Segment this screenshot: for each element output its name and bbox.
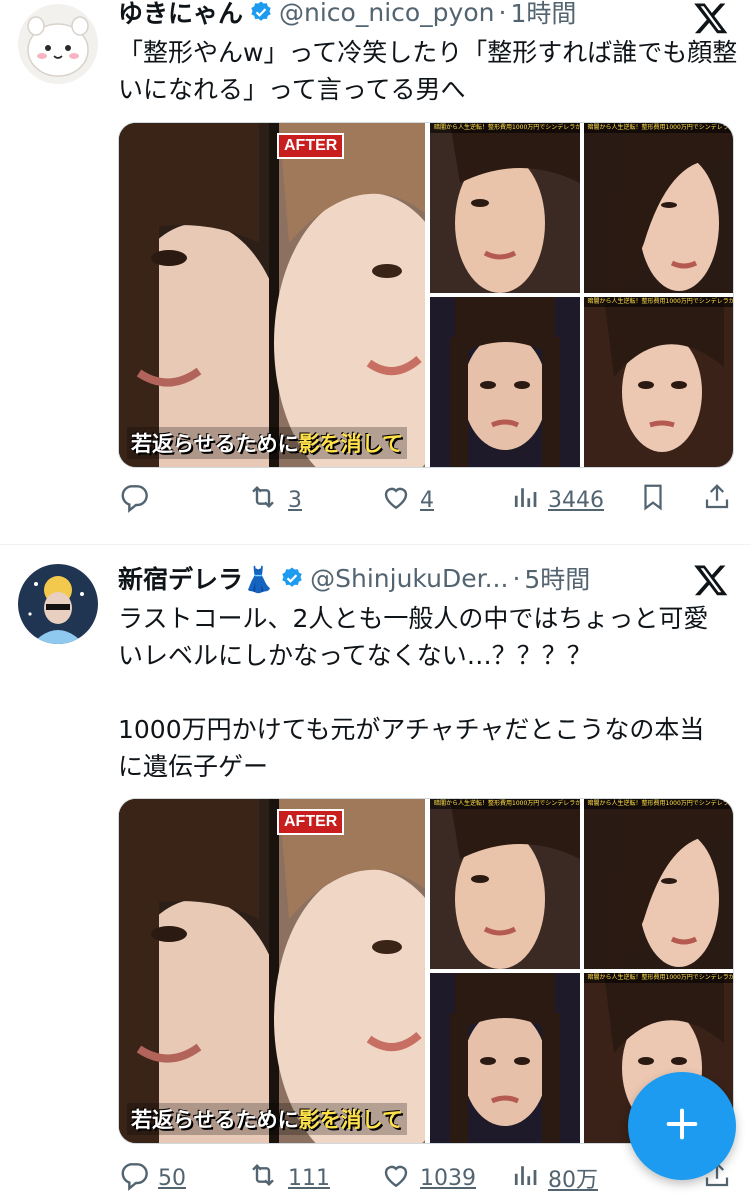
handle[interactable]: @nico_nico_pyon bbox=[279, 0, 494, 27]
caption-highlight: 影を消して bbox=[298, 1108, 403, 1132]
program-banner: 暗闇から人生逆転！整形費用1000万円でシンデレラが bbox=[430, 123, 580, 133]
image-bottom-left[interactable] bbox=[430, 973, 580, 1143]
image-top-right[interactable]: 暗闇から人生逆転！整形費用1000万円でシンデレラが bbox=[583, 123, 733, 293]
bookmark-icon bbox=[638, 481, 668, 519]
image-bottom-right[interactable]: 暗闇から人生逆転！整形費用1000万円でシンデレラが bbox=[583, 297, 733, 467]
verified-icon bbox=[249, 0, 273, 24]
display-name[interactable]: ゆきにゃん bbox=[118, 0, 243, 30]
image-top-left[interactable]: 暗闇から人生逆転！整形費用1000万円でシンデレラが bbox=[430, 123, 580, 293]
like-count: 1039 bbox=[420, 1165, 476, 1191]
tweet-1[interactable]: ゆきにゃん @nico_nico_pyon · 1時間 「整形やんw」って冷笑し… bbox=[0, 0, 751, 540]
retweet-count: 111 bbox=[288, 1165, 330, 1191]
program-banner: 暗闇から人生逆転！整形費用1000万円でシンデレラが bbox=[583, 123, 733, 133]
like-count: 4 bbox=[420, 487, 434, 513]
like-button[interactable]: 4 bbox=[380, 481, 434, 519]
verified-icon bbox=[280, 566, 304, 590]
compose-button[interactable] bbox=[628, 1072, 736, 1180]
separator-dot: · bbox=[512, 563, 521, 593]
image-bottom-left[interactable] bbox=[430, 297, 580, 467]
like-button[interactable]: 1039 bbox=[380, 1159, 476, 1197]
tweet-text: ラストコール、2人とも一般人の中ではちょっと可愛いレベルにしかなってなくない…？… bbox=[118, 604, 709, 781]
tweet-text: 「整形やんw」って冷笑したり「整形すれば誰でも顔整いになれる」って言ってる男へ bbox=[118, 38, 738, 104]
timestamp[interactable]: 5時間 bbox=[524, 560, 590, 596]
tweet-actions: 50 111 1039 80万 bbox=[118, 1158, 734, 1198]
image-top-right[interactable]: 暗闇から人生逆転！整形費用1000万円でシンデレラが bbox=[583, 799, 733, 969]
display-name[interactable]: 新宿デレラ👗 bbox=[118, 560, 274, 596]
avatar[interactable] bbox=[18, 4, 98, 84]
retweet-icon bbox=[246, 481, 280, 519]
x-logo-icon[interactable] bbox=[693, 562, 729, 598]
tweet-divider bbox=[0, 544, 751, 545]
views-button[interactable]: 3446 bbox=[510, 482, 604, 518]
reply-icon bbox=[118, 481, 150, 519]
retweet-count: 3 bbox=[288, 487, 302, 513]
timestamp[interactable]: 1時間 bbox=[510, 0, 576, 30]
share-icon bbox=[702, 481, 732, 519]
tweet-header: 新宿デレラ👗 @ShinjukuDer... · 5時間 bbox=[118, 558, 590, 598]
image-grid[interactable]: 暗闇から人生逆転！整形費用1000万円でシンデレラが 暗闇から人生逆転！整形費用… bbox=[430, 123, 733, 467]
like-icon bbox=[380, 481, 412, 519]
reply-button[interactable] bbox=[118, 481, 158, 519]
reply-button[interactable]: 50 bbox=[118, 1159, 186, 1197]
share-button[interactable] bbox=[702, 481, 732, 519]
after-label: AFTER bbox=[277, 809, 345, 835]
before-after-image[interactable]: AFTER 若返らせるために影を消して bbox=[119, 123, 425, 467]
views-count: 80万 bbox=[548, 1168, 598, 1193]
program-banner: 暗闇から人生逆転！整形費用1000万円でシンデレラが bbox=[430, 799, 580, 809]
program-banner: 暗闇から人生逆転！整形費用1000万円でシンデレラが bbox=[583, 799, 733, 809]
program-banner: 暗闇から人生逆転！整形費用1000万円でシンデレラが bbox=[583, 973, 733, 983]
separator-dot: · bbox=[498, 0, 507, 27]
image-caption: 若返らせるために影を消して bbox=[127, 427, 407, 459]
image-caption: 若返らせるために影を消して bbox=[127, 1103, 407, 1135]
retweet-button[interactable]: 111 bbox=[246, 1159, 330, 1197]
views-count: 3446 bbox=[548, 487, 604, 513]
avatar[interactable] bbox=[18, 564, 98, 644]
views-button[interactable]: 80万 bbox=[510, 1160, 598, 1196]
views-icon bbox=[510, 1160, 540, 1196]
tweet-header: ゆきにゃん @nico_nico_pyon · 1時間 bbox=[118, 0, 576, 32]
after-label: AFTER bbox=[277, 133, 345, 159]
caption-text: 若返らせるために bbox=[131, 1108, 299, 1132]
views-icon bbox=[510, 482, 540, 518]
reply-icon bbox=[118, 1159, 150, 1197]
retweet-button[interactable]: 3 bbox=[246, 481, 302, 519]
retweet-icon bbox=[246, 1159, 280, 1197]
x-logo-icon[interactable] bbox=[693, 0, 729, 36]
handle[interactable]: @ShinjukuDer... bbox=[310, 564, 508, 593]
tweet-actions: 3 4 3446 bbox=[118, 480, 734, 520]
like-icon bbox=[380, 1159, 412, 1197]
image-top-left[interactable]: 暗闇から人生逆転！整形費用1000万円でシンデレラが bbox=[430, 799, 580, 969]
compose-plus-icon bbox=[662, 1104, 702, 1148]
caption-highlight: 影を消して bbox=[298, 432, 403, 456]
tweet-media[interactable]: AFTER 若返らせるために影を消して 暗闇から人生逆転！整形費用1000万円で… bbox=[118, 122, 734, 468]
bookmark-button[interactable] bbox=[638, 481, 668, 519]
program-banner: 暗闇から人生逆転！整形費用1000万円でシンデレラが bbox=[583, 297, 733, 307]
before-after-image[interactable]: AFTER 若返らせるために影を消して bbox=[119, 799, 425, 1143]
reply-count: 50 bbox=[158, 1165, 186, 1191]
caption-text: 若返らせるために bbox=[131, 432, 299, 456]
